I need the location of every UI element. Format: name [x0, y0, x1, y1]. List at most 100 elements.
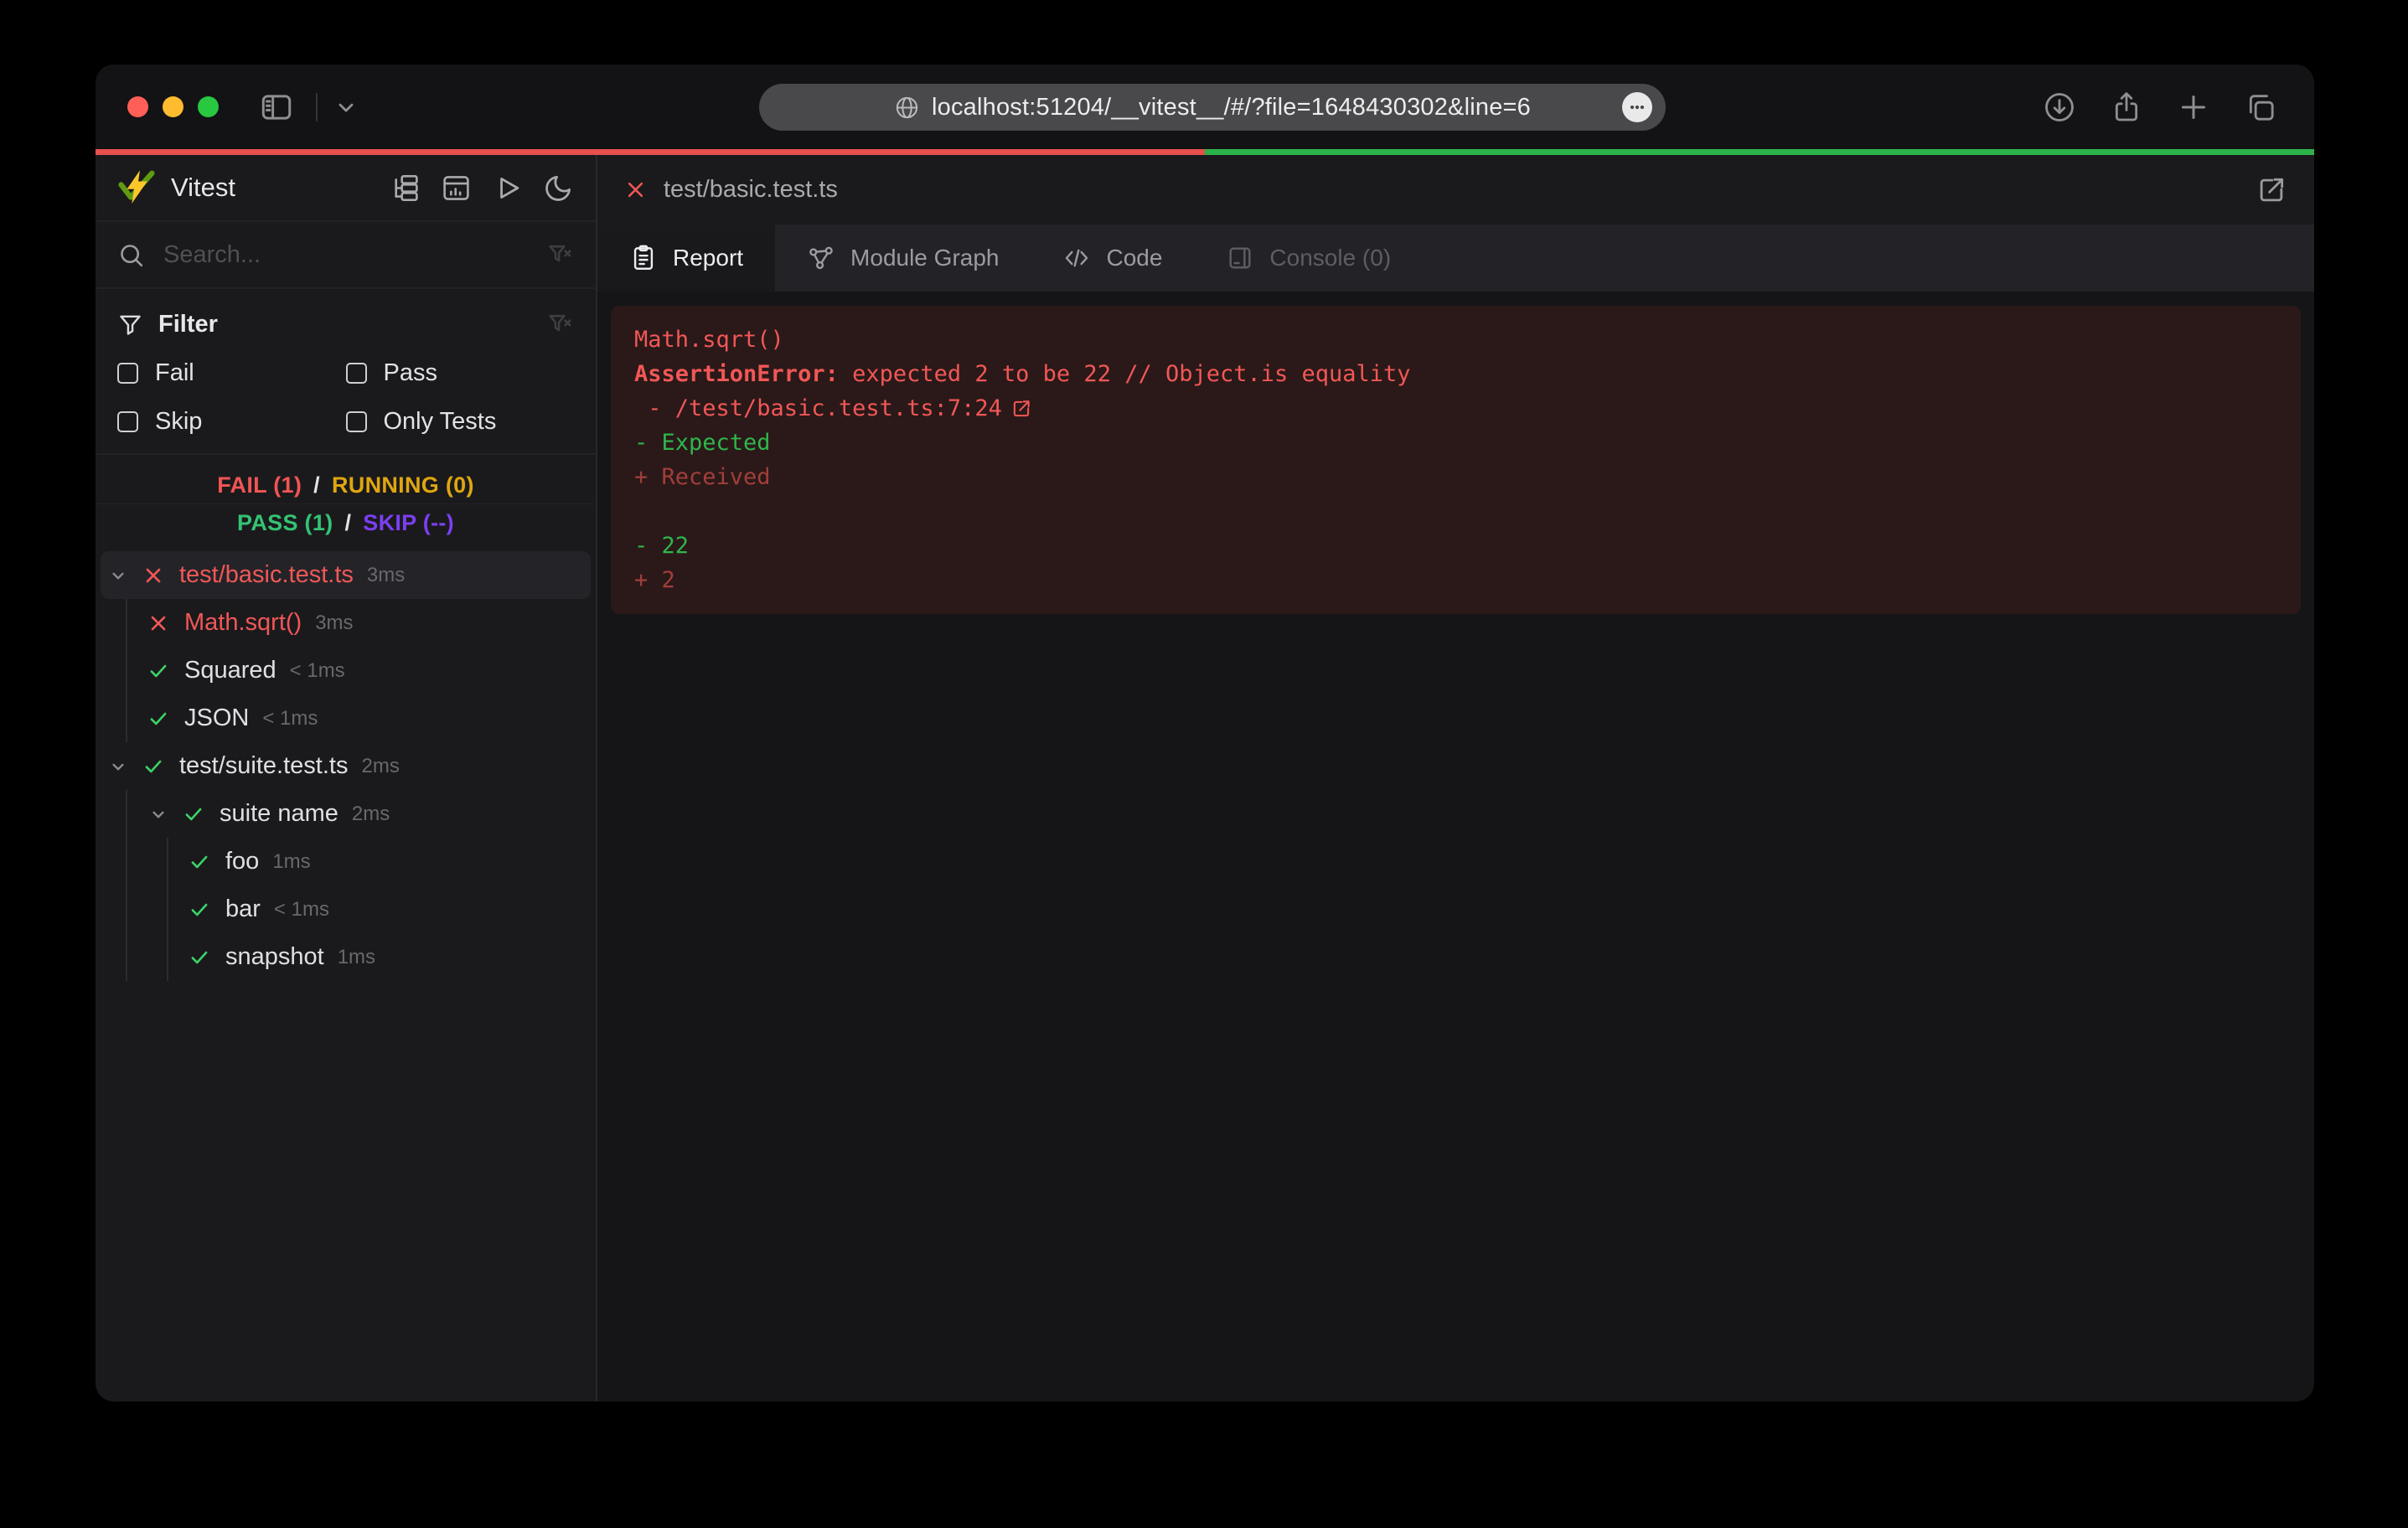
test-label: bar: [225, 896, 261, 923]
file-header: test/basic.test.ts: [597, 155, 2314, 225]
downloads-icon[interactable]: [2043, 90, 2076, 124]
search-input[interactable]: [163, 241, 528, 269]
test-label: snapshot: [225, 943, 324, 971]
report-line-received: + Received: [634, 460, 2277, 494]
app-title: Vitest: [171, 173, 235, 203]
share-icon[interactable]: [2110, 90, 2143, 124]
expander-chevron-icon[interactable]: [147, 803, 169, 825]
tree-item-foo[interactable]: foo1ms: [96, 838, 596, 885]
globe-icon: [894, 95, 920, 121]
tab-module-graph[interactable]: Module Graph: [775, 225, 1031, 292]
stats-divider: [96, 503, 596, 504]
checkbox-icon[interactable]: [346, 363, 367, 384]
report-view: Math.sqrt()AssertionError: expected 2 to…: [597, 292, 2314, 1402]
new-tab-icon[interactable]: [2177, 90, 2210, 124]
tree-item-squared[interactable]: Squared < 1ms: [96, 647, 596, 694]
indent-guide: [126, 694, 127, 742]
stat-badge: SKIP (--): [363, 510, 454, 536]
filter-icon: [117, 312, 143, 338]
report-text: - /test/basic.test.ts:7:24: [634, 391, 1002, 426]
tree-item-snapshot[interactable]: snapshot1ms: [96, 933, 596, 981]
report-line-link[interactable]: - /test/basic.test.ts:7:24: [634, 391, 2277, 426]
tree-item-test-suite-test-ts[interactable]: test/suite.test.ts 2ms: [96, 742, 596, 790]
test-tree: test/basic.test.ts3msMath.sqrt()3msSquar…: [96, 551, 596, 1402]
tab-console-0[interactable]: Console (0): [1194, 225, 1423, 292]
fail-x-icon: [624, 178, 647, 201]
run-all-icon[interactable]: [492, 173, 523, 204]
stat-badge: RUNNING (0): [332, 472, 474, 498]
sidebar-toggle-icon[interactable]: [259, 90, 294, 125]
test-label: foo: [225, 848, 259, 875]
checkbox-label: Only Tests: [384, 408, 497, 436]
stat-badge: PASS (1): [237, 510, 333, 536]
tree-item-test-basic-test-ts[interactable]: test/basic.test.ts3ms: [101, 551, 591, 599]
sidebar-header: Vitest: [96, 155, 596, 222]
tree-item-math-sqrt[interactable]: Math.sqrt()3ms: [96, 599, 596, 647]
indent-guide: [126, 885, 127, 933]
test-progress-bar: [96, 149, 2314, 155]
tree-item-json[interactable]: JSON< 1ms: [96, 694, 596, 742]
checkbox-label: Skip: [155, 408, 202, 436]
tab-overview-icon[interactable]: [2244, 90, 2277, 124]
filter-checkbox-skip[interactable]: Skip: [117, 405, 346, 438]
clear-search-filter-icon[interactable]: [546, 241, 574, 269]
pass-check-icon: [183, 803, 204, 825]
dark-mode-icon[interactable]: [543, 173, 574, 204]
filter-checkbox-only-tests[interactable]: Only Tests: [346, 405, 575, 438]
clipboard-icon: [629, 244, 658, 272]
zoom-window-button[interactable]: [198, 96, 219, 117]
clear-filter-icon[interactable]: [546, 311, 574, 338]
pass-check-icon: [147, 660, 169, 682]
page-menu-button[interactable]: [1622, 92, 1652, 122]
test-label: test/suite.test.ts: [179, 752, 348, 780]
test-duration: < 1ms: [290, 659, 345, 683]
pass-check-icon: [189, 899, 210, 921]
test-label: Squared: [184, 657, 276, 684]
report-text: + Received: [634, 460, 771, 494]
assertion-error-panel: Math.sqrt()AssertionError: expected 2 to…: [611, 306, 2301, 614]
filter-title: Filter: [158, 311, 218, 338]
expand-tree-icon[interactable]: [390, 173, 421, 204]
tab-code[interactable]: Code: [1031, 225, 1194, 292]
filter-checkbox-pass[interactable]: Pass: [346, 356, 575, 390]
filter-options: Fail Pass Skip Only Tests: [117, 356, 574, 438]
search-icon: [117, 241, 145, 269]
tree-item-suite-name[interactable]: suite name2ms: [96, 790, 596, 838]
ellipsis-icon: [1626, 96, 1648, 118]
checkbox-icon[interactable]: [117, 363, 138, 384]
report-text: expected 2 to be 22 // Object.is equalit…: [852, 357, 1410, 391]
report-text: Math.sqrt(): [634, 323, 784, 357]
url-text: localhost:51204/__vitest__/#/?file=16484…: [932, 94, 1531, 121]
stat-badge: /: [344, 510, 351, 536]
expander-chevron-icon[interactable]: [107, 565, 129, 586]
console-icon: [1226, 244, 1254, 272]
tab-label: Module Graph: [850, 245, 999, 271]
toolbar-divider: [316, 93, 318, 121]
test-duration: 2ms: [361, 755, 399, 778]
checkbox-label: Pass: [384, 359, 437, 387]
checkbox-icon[interactable]: [346, 411, 367, 432]
address-bar[interactable]: localhost:51204/__vitest__/#/?file=16484…: [759, 84, 1666, 131]
minimize-window-button[interactable]: [163, 96, 183, 117]
close-window-button[interactable]: [127, 96, 148, 117]
filter-panel: Filter Fail Pass Skip Only Tests: [96, 289, 596, 438]
tab-report[interactable]: Report: [597, 225, 775, 292]
open-in-editor-icon[interactable]: [2256, 174, 2287, 206]
dashboard-icon[interactable]: [441, 173, 472, 204]
chevron-down-icon[interactable]: [334, 96, 358, 119]
indent-guide: [167, 933, 168, 981]
toolbar-right-actions: [2043, 65, 2277, 149]
filter-checkbox-fail[interactable]: Fail: [117, 356, 346, 390]
tree-item-bar[interactable]: bar< 1ms: [96, 885, 596, 933]
indent-guide: [126, 933, 127, 981]
external-link-icon[interactable]: [1010, 398, 1032, 420]
stat-badge: /: [313, 472, 320, 498]
report-line-expected: - Expected: [634, 426, 2277, 460]
indent-guide: [167, 838, 168, 885]
fail-x-icon: [142, 565, 164, 586]
pass-check-icon: [147, 708, 169, 730]
report-line-received: + 2: [634, 563, 2277, 597]
checkbox-icon[interactable]: [117, 411, 138, 432]
report-line-blank: [634, 494, 2277, 529]
expander-chevron-icon[interactable]: [107, 756, 129, 777]
